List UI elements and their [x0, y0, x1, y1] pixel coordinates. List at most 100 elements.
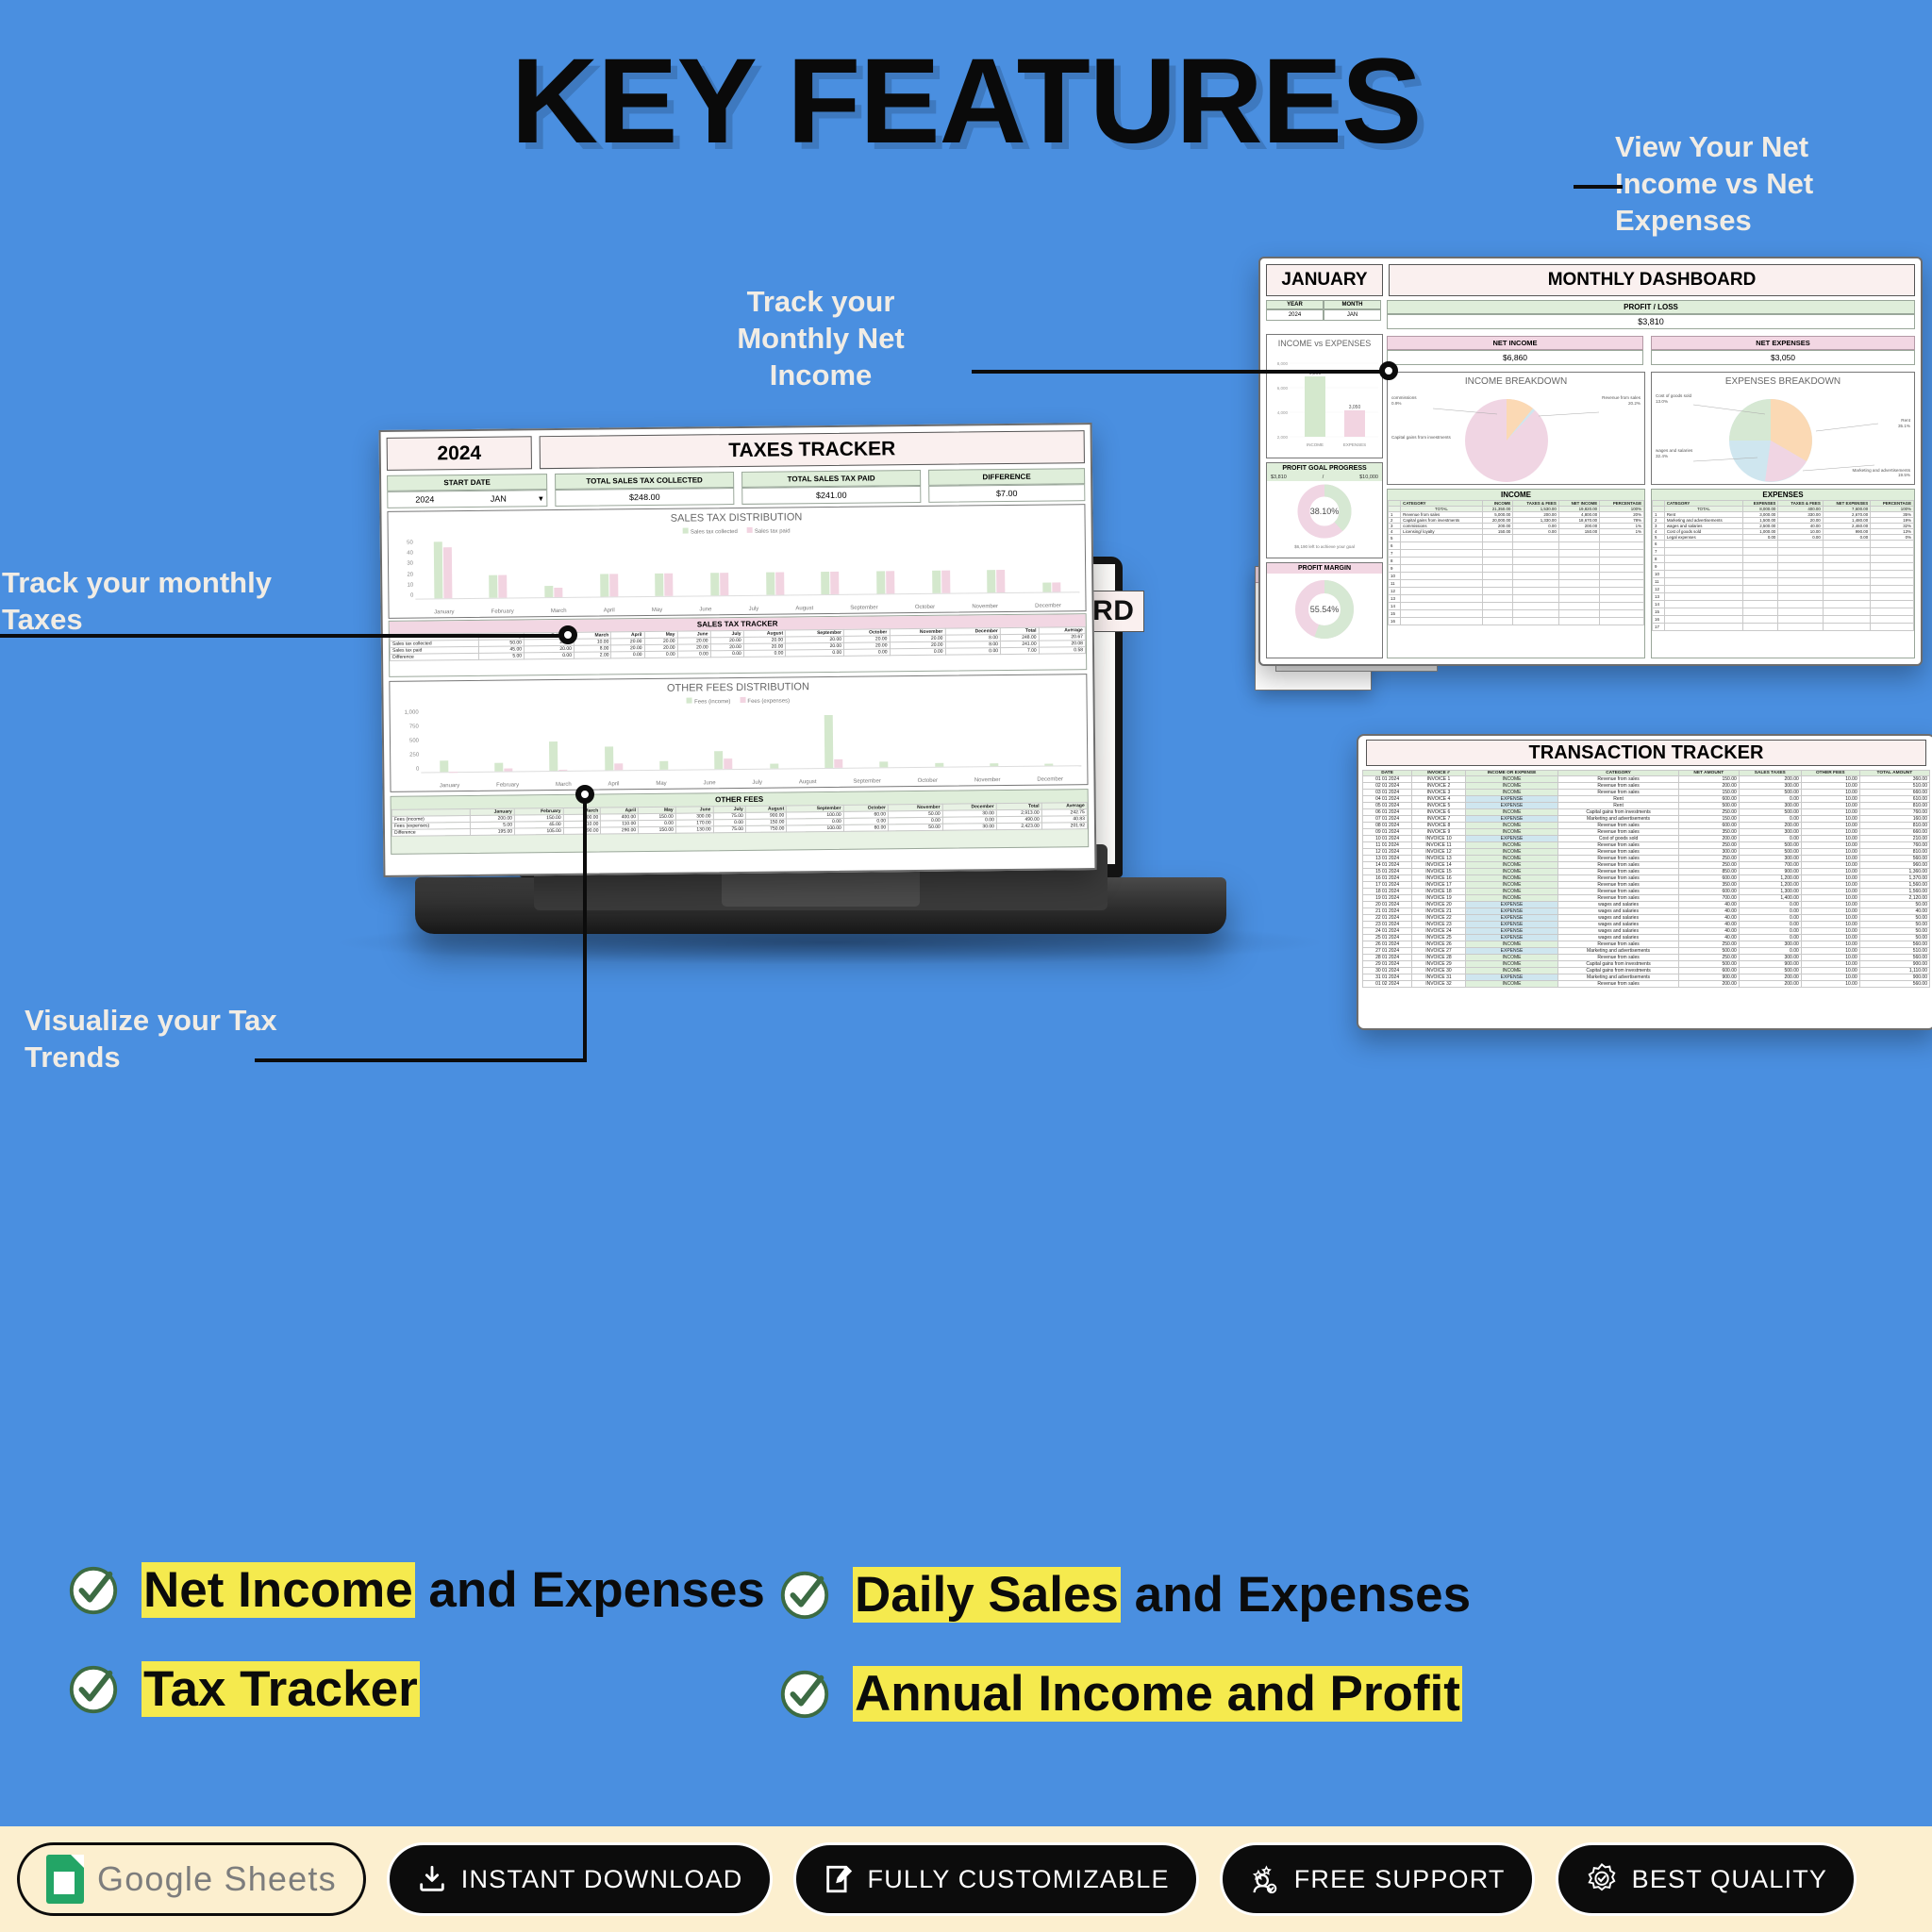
- table-cell[interactable]: EXPENSE: [1464, 974, 1559, 981]
- table-cell[interactable]: EXPENSE: [1464, 927, 1559, 935]
- monthly-month-chip[interactable]: JANUARY: [1266, 264, 1383, 296]
- table-cell[interactable]: Revenue from sales: [1557, 782, 1679, 790]
- axis-tick: August: [795, 606, 814, 612]
- table-cell: INVOICE 13: [1411, 855, 1466, 862]
- table-cell[interactable]: INCOME: [1464, 861, 1559, 869]
- table-cell[interactable]: Revenue from sales: [1557, 775, 1679, 783]
- table-cell[interactable]: INCOME: [1464, 822, 1559, 829]
- table-cell[interactable]: Capital gains from investments: [1557, 960, 1679, 968]
- table-cell[interactable]: Marketing and advertisements: [1557, 815, 1679, 823]
- table-cell[interactable]: INCOME: [1464, 808, 1559, 816]
- table-cell: 500.00: [1677, 802, 1740, 809]
- table-cell[interactable]: Revenue from sales: [1557, 828, 1679, 836]
- table-cell[interactable]: Cost of goods sold: [1557, 835, 1679, 842]
- table-cell: INVOICE 4: [1411, 795, 1466, 803]
- table-cell[interactable]: INCOME: [1464, 848, 1559, 856]
- kpi-tax-paid-value: $241.00: [741, 485, 922, 505]
- badge-free-support[interactable]: FREE SUPPORT: [1219, 1842, 1535, 1916]
- table-cell[interactable]: wages and salaries: [1557, 921, 1679, 928]
- table-row-empty: 16: [1388, 617, 1644, 625]
- table-cell[interactable]: EXPENSE: [1464, 901, 1559, 908]
- table-row: 21 01 2024 INVOICE 21 EXPENSE wages and sal…: [1362, 908, 1930, 915]
- table-cell[interactable]: wages and salaries: [1557, 914, 1679, 922]
- table-cell[interactable]: wages and salaries: [1557, 901, 1679, 908]
- net-expenses-card: NET EXPENSES $3,050: [1651, 336, 1915, 365]
- table-cell: [1870, 577, 1914, 586]
- income-vs-expenses-title: INCOME vs EXPENSES: [1277, 339, 1372, 348]
- table-cell[interactable]: EXPENSE: [1464, 914, 1559, 922]
- axis-tick: January: [439, 783, 460, 790]
- table-cell[interactable]: Rent: [1557, 802, 1679, 809]
- table-cell[interactable]: EXPENSE: [1464, 795, 1559, 803]
- table-cell[interactable]: EXPENSE: [1464, 835, 1559, 842]
- table-cell: 17: [1652, 623, 1665, 631]
- table-cell[interactable]: Revenue from sales: [1557, 861, 1679, 869]
- table-cell[interactable]: INCOME: [1464, 841, 1559, 849]
- table-cell[interactable]: Marketing and advertisements: [1557, 974, 1679, 981]
- table-cell[interactable]: Revenue from sales: [1557, 888, 1679, 895]
- axis-tick: 20: [407, 572, 414, 578]
- badge-google-sheets[interactable]: Google Sheets: [17, 1842, 366, 1916]
- taxes-year-cell[interactable]: 2024: [386, 436, 532, 471]
- table-cell[interactable]: Revenue from sales: [1557, 848, 1679, 856]
- table-cell[interactable]: Revenue from sales: [1557, 881, 1679, 889]
- table-cell[interactable]: EXPENSE: [1464, 815, 1559, 823]
- table-row-empty: 12: [1652, 585, 1914, 593]
- table-cell[interactable]: INCOME: [1464, 894, 1559, 902]
- table-cell[interactable]: EXPENSE: [1464, 934, 1559, 941]
- table-cell[interactable]: EXPENSE: [1464, 802, 1559, 809]
- table-cell[interactable]: Revenue from sales: [1557, 822, 1679, 829]
- table-cell: INVOICE 15: [1411, 868, 1466, 875]
- table-cell[interactable]: Revenue from sales: [1557, 841, 1679, 849]
- table-cell[interactable]: wages and salaries: [1557, 927, 1679, 935]
- badge-best-quality[interactable]: BEST QUALITY: [1555, 1842, 1857, 1916]
- table-cell[interactable]: INCOME: [1464, 960, 1559, 968]
- table-cell: [1822, 623, 1872, 631]
- table-cell: [1400, 617, 1483, 625]
- table-cell[interactable]: INCOME: [1464, 980, 1559, 988]
- badge-fully-customizable[interactable]: FULLY CUSTOMIZABLE: [792, 1842, 1199, 1916]
- table-cell[interactable]: Capital gains from investments: [1557, 967, 1679, 974]
- table-cell[interactable]: Marketing and advertisements: [1557, 947, 1679, 955]
- table-cell[interactable]: INCOME: [1464, 775, 1559, 783]
- badge-instant-download[interactable]: INSTANT DOWNLOAD: [386, 1842, 773, 1916]
- bar-group: [821, 571, 840, 595]
- table-cell[interactable]: INCOME: [1464, 855, 1559, 862]
- table-cell: INVOICE 23: [1411, 921, 1466, 928]
- table-cell[interactable]: Revenue from sales: [1557, 874, 1679, 882]
- kpi-start-date-value[interactable]: 2024 JAN ▾: [387, 490, 548, 508]
- table-cell[interactable]: INCOME: [1464, 782, 1559, 790]
- table-cell[interactable]: INCOME: [1464, 868, 1559, 875]
- table-row-empty: 7: [1388, 549, 1644, 558]
- table-cell: [1400, 564, 1483, 573]
- bar-group: [931, 570, 951, 593]
- axis-tick: 1,000: [404, 709, 419, 716]
- chevron-down-icon[interactable]: ▾: [535, 491, 546, 506]
- table-cell[interactable]: INCOME: [1464, 941, 1559, 948]
- table-cell: 75.00: [713, 825, 746, 833]
- monthly-year-month-selector[interactable]: YEAR MONTH 2024 JAN: [1266, 300, 1381, 328]
- table-cell[interactable]: INCOME: [1464, 881, 1559, 889]
- table-cell[interactable]: EXPENSE: [1464, 947, 1559, 955]
- table-cell[interactable]: Revenue from sales: [1557, 941, 1679, 948]
- profit-loss-card: PROFIT / LOSS $3,810: [1387, 300, 1915, 329]
- table-cell[interactable]: INCOME: [1464, 828, 1559, 836]
- table-cell[interactable]: EXPENSE: [1464, 921, 1559, 928]
- table-cell[interactable]: Capital gains from investments: [1557, 808, 1679, 816]
- table-cell[interactable]: Revenue from sales: [1557, 894, 1679, 902]
- table-cell[interactable]: INCOME: [1464, 967, 1559, 974]
- table-cell[interactable]: EXPENSE: [1464, 908, 1559, 915]
- table-cell[interactable]: INCOME: [1464, 874, 1559, 882]
- table-cell[interactable]: Rent: [1557, 795, 1679, 803]
- table-cell[interactable]: wages and salaries: [1557, 934, 1679, 941]
- table-cell[interactable]: INCOME: [1464, 888, 1559, 895]
- table-cell[interactable]: INCOME: [1464, 789, 1559, 796]
- table-cell[interactable]: INCOME: [1464, 954, 1559, 961]
- table-cell[interactable]: Revenue from sales: [1557, 980, 1679, 988]
- table-cell[interactable]: Revenue from sales: [1557, 789, 1679, 796]
- table-cell[interactable]: Revenue from sales: [1557, 868, 1679, 875]
- table-cell[interactable]: Revenue from sales: [1557, 954, 1679, 961]
- table-cell[interactable]: wages and salaries: [1557, 908, 1679, 915]
- axis-tick: October: [917, 777, 938, 785]
- table-cell[interactable]: Revenue from sales: [1557, 855, 1679, 862]
